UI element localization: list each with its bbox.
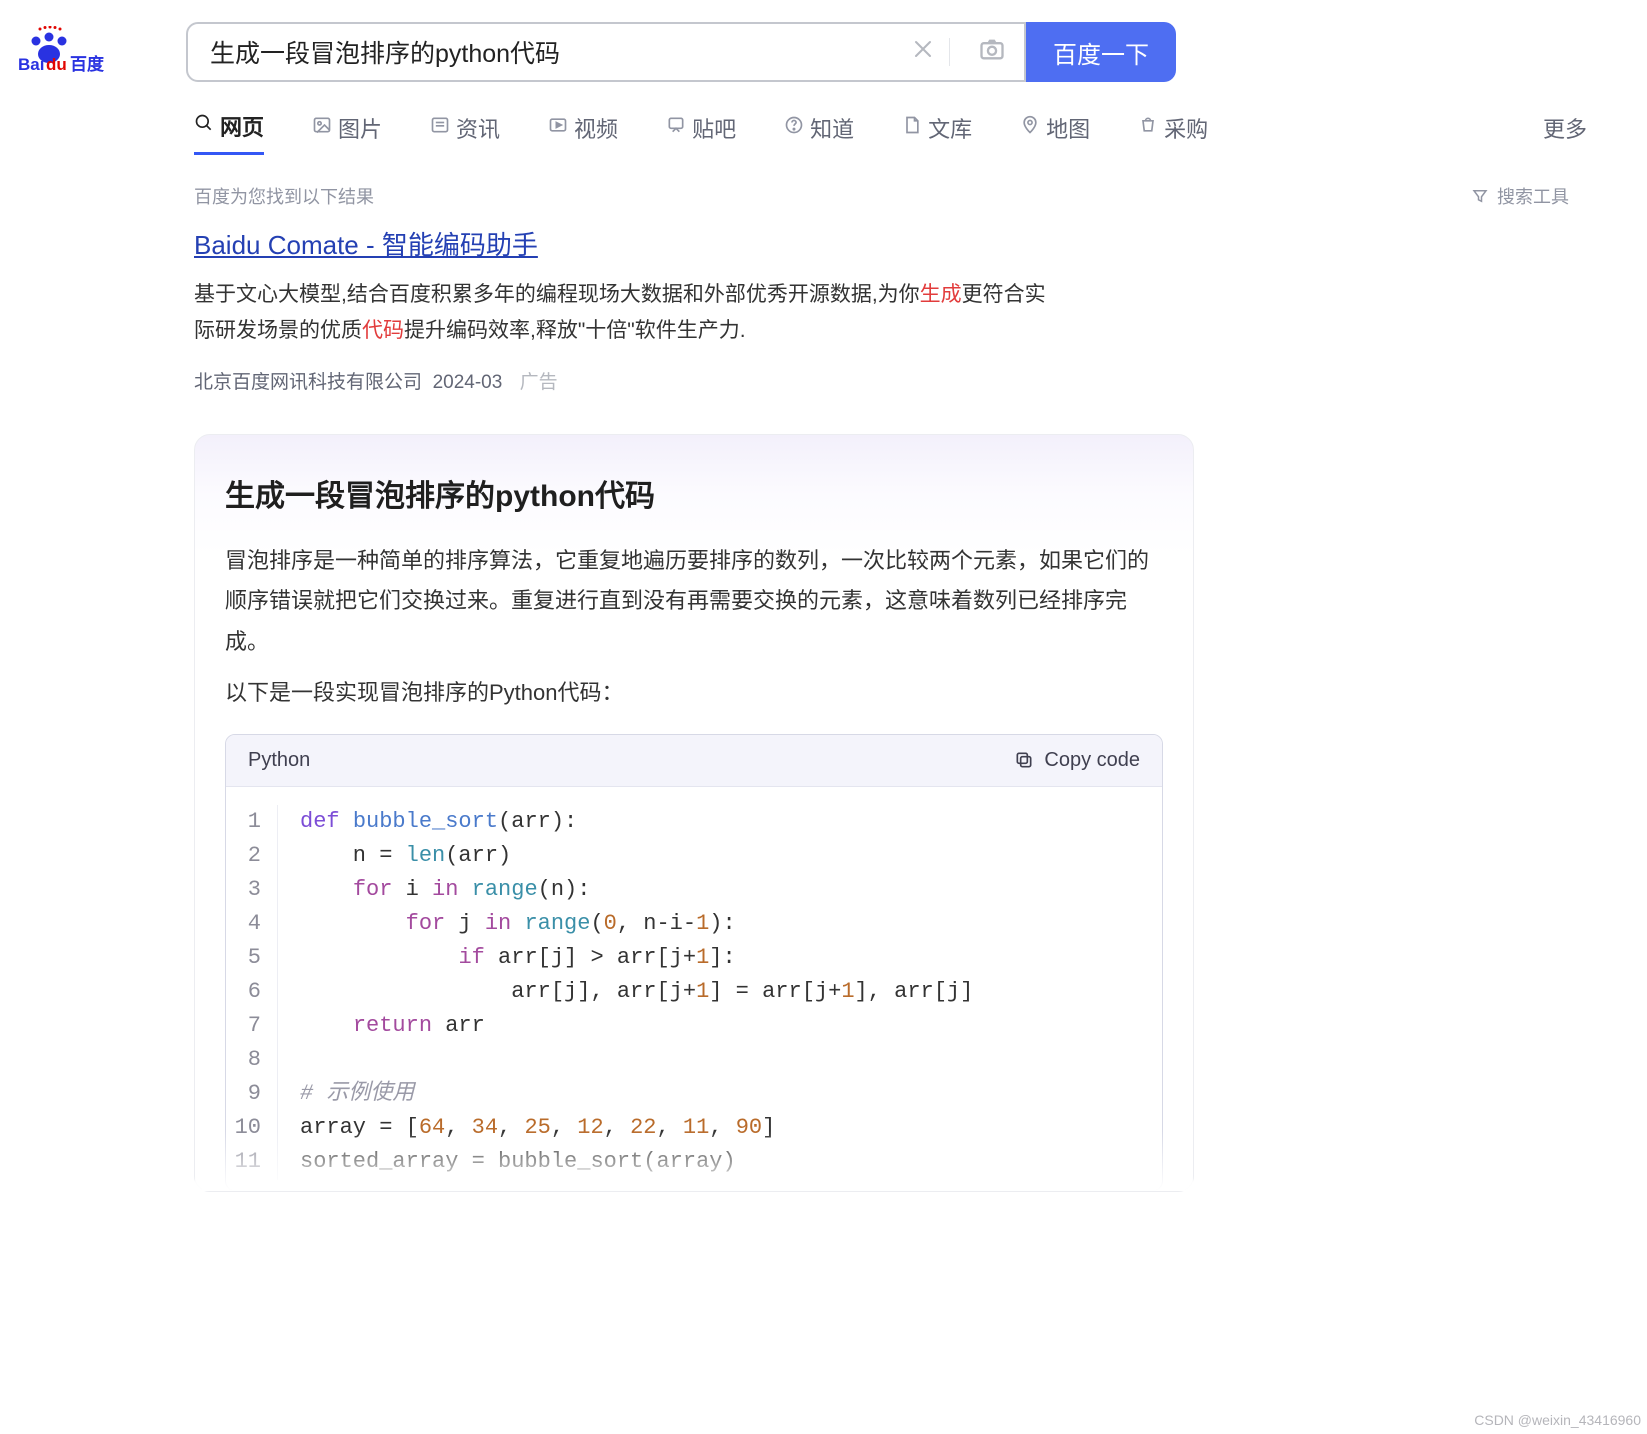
svg-text:du: du bbox=[46, 55, 67, 74]
clear-icon[interactable] bbox=[911, 37, 935, 68]
ad-date: 2024-03 bbox=[433, 372, 503, 393]
watermark: CSDN @weixin_43416960 bbox=[1474, 1412, 1641, 1428]
image-icon bbox=[312, 115, 332, 141]
tab-news[interactable]: 资讯 bbox=[430, 112, 500, 154]
filter-icon bbox=[1471, 187, 1489, 205]
tab-map[interactable]: 地图 bbox=[1020, 112, 1090, 154]
tab-label: 图片 bbox=[338, 112, 382, 144]
tab-label: 采购 bbox=[1164, 112, 1208, 144]
tab-zhidao[interactable]: 知道 bbox=[784, 112, 854, 154]
results-hint: 百度为您找到以下结果 bbox=[194, 183, 374, 209]
answer-paragraph: 冒泡排序是一种简单的排序算法，它重复地遍历要排序的数列，一次比较两个元素，如果它… bbox=[225, 541, 1163, 663]
zhidao-icon bbox=[784, 115, 804, 141]
tab-label: 资讯 bbox=[456, 112, 500, 144]
tab-label: 视频 bbox=[574, 112, 618, 144]
answer-paragraph: 以下是一段实现冒泡排序的Python代码： bbox=[225, 673, 1163, 714]
search-button[interactable]: 百度一下 bbox=[1026, 22, 1176, 82]
tab-label: 文库 bbox=[928, 112, 972, 144]
search-icon bbox=[194, 113, 214, 139]
copy-icon bbox=[1014, 750, 1034, 770]
map-icon bbox=[1020, 115, 1040, 141]
code-lang-label: Python bbox=[248, 749, 310, 772]
tab-tieba[interactable]: 贴吧 bbox=[666, 112, 736, 154]
search-input[interactable] bbox=[210, 38, 897, 67]
svg-text:百度: 百度 bbox=[70, 54, 105, 74]
tab-image[interactable]: 图片 bbox=[312, 112, 382, 154]
news-icon bbox=[430, 115, 450, 141]
ad-result: Baidu Comate - 智能编码助手 基于文心大模型,结合百度积累多年的编… bbox=[186, 227, 1066, 394]
copy-code-label: Copy code bbox=[1044, 749, 1140, 772]
ad-source: 北京百度网讯科技有限公司 bbox=[194, 372, 422, 393]
copy-code-button[interactable]: Copy code bbox=[1014, 749, 1140, 772]
search-tools[interactable]: 搜索工具 bbox=[1471, 183, 1569, 209]
tab-wenku[interactable]: 文库 bbox=[902, 112, 972, 154]
tab-label: 更多 bbox=[1543, 112, 1587, 144]
answer-card: 生成一段冒泡排序的python代码 冒泡排序是一种简单的排序算法，它重复地遍历要… bbox=[194, 434, 1194, 1192]
tab-web[interactable]: 网页 bbox=[194, 110, 264, 155]
ad-label: 广告 bbox=[520, 372, 558, 393]
search-tools-label: 搜索工具 bbox=[1497, 183, 1569, 209]
tab-label: 网页 bbox=[220, 110, 264, 142]
ad-title-link[interactable]: Baidu Comate - 智能编码助手 bbox=[194, 230, 538, 260]
code-content: def bubble_sort(arr): n = len(arr) for i… bbox=[278, 805, 973, 1180]
caigou-icon bbox=[1138, 115, 1158, 141]
tab-more[interactable]: 更多 bbox=[1543, 112, 1587, 154]
wenku-icon bbox=[902, 115, 922, 141]
video-icon bbox=[548, 115, 568, 141]
ad-description: 基于文心大模型,结合百度积累多年的编程现场大数据和外部优秀开源数据,为你生成更符… bbox=[194, 277, 1066, 348]
baidu-logo[interactable]: Bai du 百度 bbox=[18, 26, 168, 79]
svg-text:Bai: Bai bbox=[18, 55, 44, 74]
camera-icon[interactable] bbox=[978, 35, 1006, 70]
tieba-icon bbox=[666, 115, 686, 141]
ad-meta: 北京百度网讯科技有限公司 2024-03 广告 bbox=[194, 367, 1066, 394]
search-box bbox=[186, 22, 1026, 82]
answer-title: 生成一段冒泡排序的python代码 bbox=[225, 471, 1163, 515]
code-block: Python Copy code 1234567891011 def bubbl… bbox=[225, 734, 1163, 1191]
tab-label: 贴吧 bbox=[692, 112, 736, 144]
tab-caigou[interactable]: 采购 bbox=[1138, 112, 1208, 154]
tab-label: 知道 bbox=[810, 112, 854, 144]
tab-video[interactable]: 视频 bbox=[548, 112, 618, 154]
code-gutter: 1234567891011 bbox=[226, 805, 278, 1180]
tab-label: 地图 bbox=[1046, 112, 1090, 144]
